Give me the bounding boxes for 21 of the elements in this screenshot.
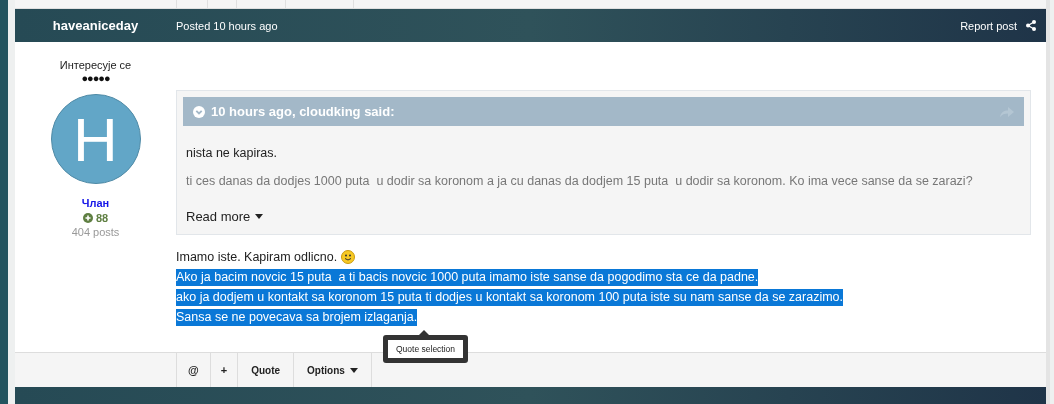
post-text: Imamo iste. Kapiram odlicno. xyxy=(176,248,338,266)
caret-icon xyxy=(255,214,264,219)
reputation-count: 88 xyxy=(95,212,109,224)
quote-citation: 10 hours ago, cloudking said: xyxy=(211,104,396,119)
member-title: Интересује се xyxy=(59,59,132,71)
post-text: Sansa se ne povecava sa brojem izlaganja. xyxy=(176,308,418,326)
post-date: Posted 10 hours ago xyxy=(176,19,279,32)
caret-icon xyxy=(349,367,358,373)
share-icon[interactable] xyxy=(1026,20,1036,31)
quote-paragraph: nista ne kapiras. xyxy=(186,146,279,160)
post-text: Ako ja bacim novcic 15 puta a ti bacis novcic 1000 puta imamo iste sanse da pogodimo sta ce da padne. xyxy=(176,268,759,286)
read-more-button[interactable]: Read more xyxy=(186,209,264,224)
quote-paragraph: ti ces danas da dodjes 1000 puta u dodir sa koronom a ja cu danas da dodjem 15 puta u dodir sa koronom. Ko ima vece sanse da se zarazi? xyxy=(186,174,974,188)
plus-circle-icon xyxy=(82,213,93,223)
chevron-circle-icon[interactable] xyxy=(193,105,205,118)
report-link[interactable]: Report post xyxy=(960,19,1017,32)
post-count: 404 posts xyxy=(71,226,120,238)
post-text: ako ja dodjem u kontakt sa koronom 15 puta ti dodjes u kontakt sa koronom 100 puta iste su nam sanse da se zarazimo. xyxy=(176,288,844,306)
rank-pips: ●●●●● xyxy=(81,72,110,84)
member-group: Члан xyxy=(81,197,110,209)
author-name[interactable]: haveaniceday xyxy=(15,18,176,33)
